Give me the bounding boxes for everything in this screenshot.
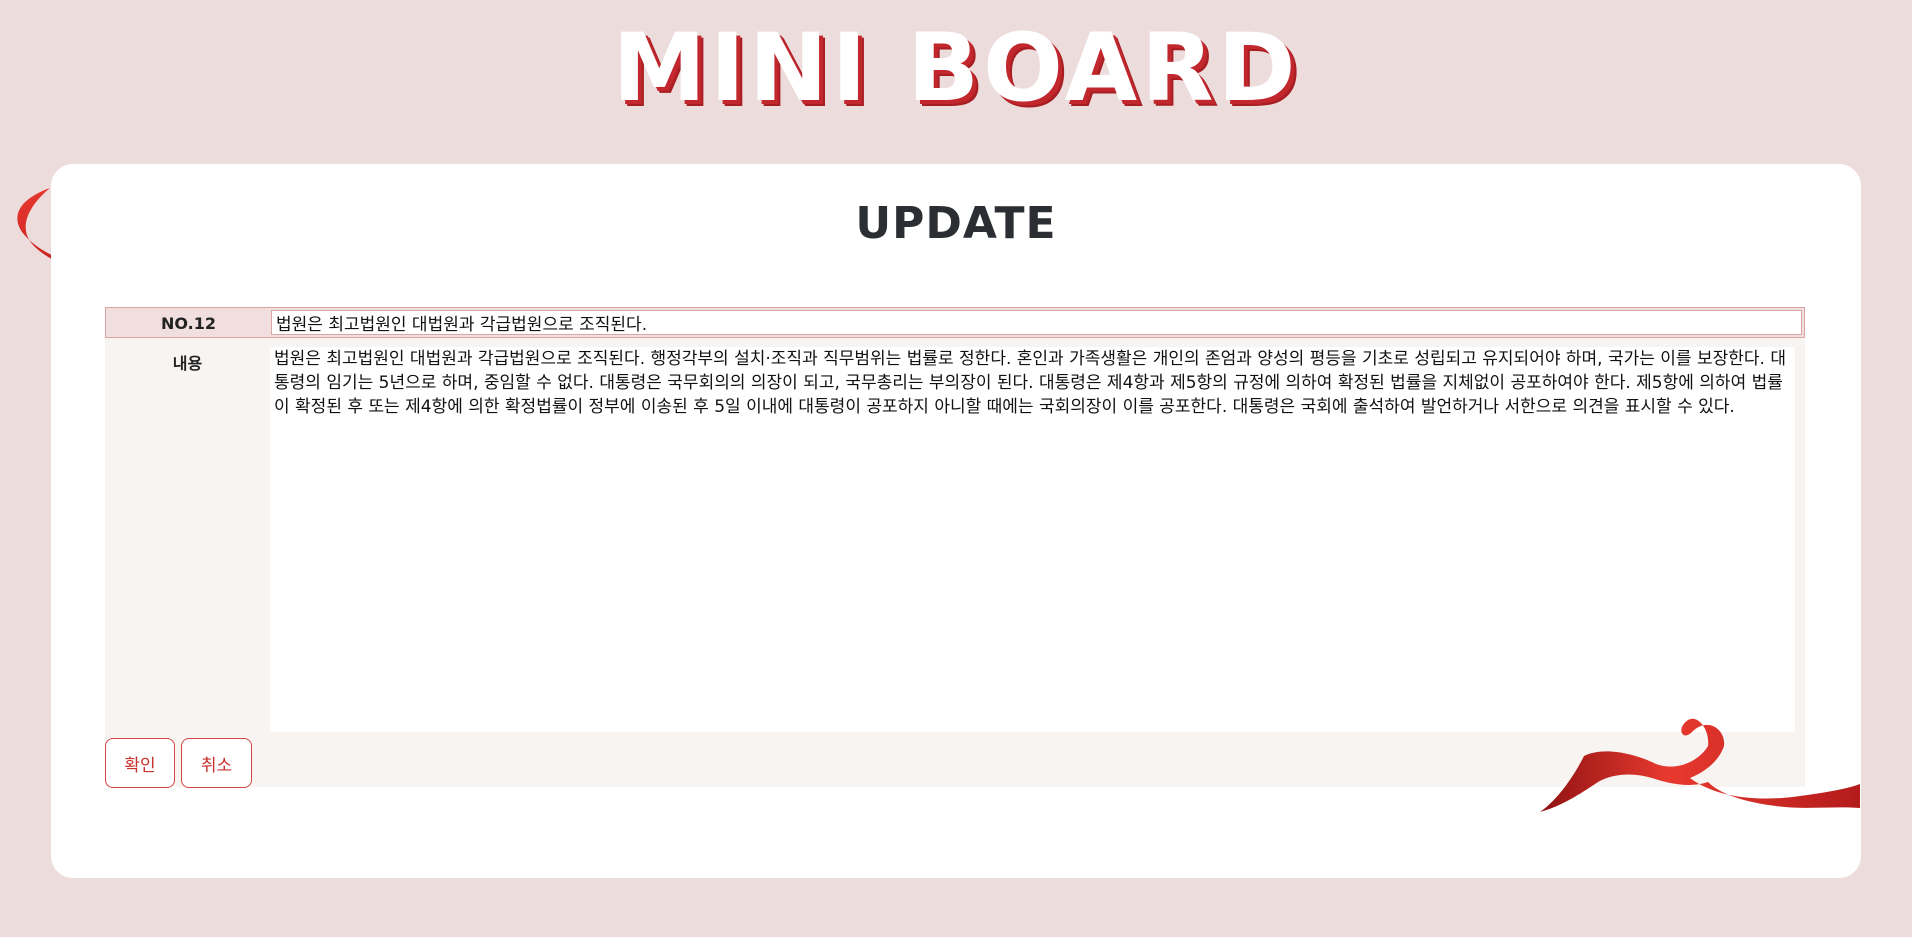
confirm-button[interactable]: 확인 — [105, 738, 175, 788]
title-input[interactable] — [271, 310, 1802, 335]
page-title: UPDATE — [855, 198, 1057, 249]
cancel-button[interactable]: 취소 — [181, 738, 252, 788]
red-ribbon-icon — [1540, 718, 1860, 812]
post-number-label: NO.12 — [161, 314, 216, 333]
site-logo[interactable]: MINI BOARD — [0, 22, 1912, 116]
content-textarea[interactable]: 법원은 최고법원인 대법원과 각급법원으로 조직된다. 행정각부의 설치·조직과… — [270, 347, 1795, 732]
title-row: NO.12 — [105, 307, 1805, 338]
content-label: 내용 — [172, 354, 203, 373]
